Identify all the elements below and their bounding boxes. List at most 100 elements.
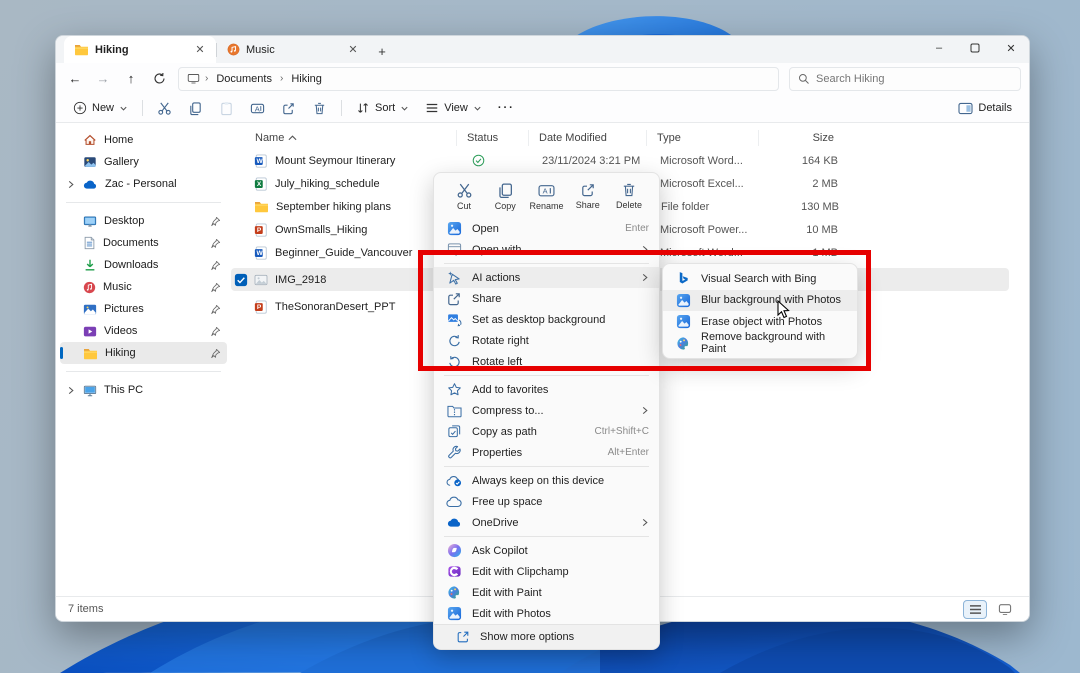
file-size: 1 MB (762, 247, 850, 259)
submenu-item-visual-search-with-bing[interactable]: Visual Search with Bing (663, 268, 857, 290)
sidebar-item-hiking[interactable]: Hiking (60, 342, 227, 364)
ppt-icon: P (254, 300, 268, 314)
sidebar-item-desktop[interactable]: Desktop (60, 210, 227, 232)
sidebar-item-videos[interactable]: Videos (60, 320, 227, 342)
paste-button[interactable] (212, 96, 241, 120)
menu-item-edit-with-clipchamp[interactable]: Edit with Clipchamp (434, 561, 659, 582)
sidebar-item-zac-personal[interactable]: Zac - Personal (60, 173, 227, 195)
thumbnail-view-toggle[interactable] (993, 600, 1017, 619)
command-toolbar: New A Sort View ··· (56, 94, 1029, 123)
quick-action-copy[interactable]: Copy (485, 179, 525, 214)
submenu-item-erase-object-with-photos[interactable]: Erase object with Photos (663, 311, 857, 333)
breadcrumb-documents[interactable]: Documents (213, 72, 275, 86)
menu-item-show-more-options[interactable]: Show more options (434, 624, 659, 649)
menu-item-label: Share (472, 293, 649, 305)
search-box[interactable] (789, 67, 1021, 91)
menu-item-rotate-right[interactable]: Rotate right (434, 330, 659, 351)
up-button[interactable]: ↑ (118, 67, 144, 91)
thispc-icon (83, 384, 97, 397)
search-input[interactable] (816, 73, 1012, 85)
submenu-item-remove-background-with-paint[interactable]: Remove background with Paint (663, 333, 857, 355)
menu-item-open-with[interactable]: Open with (434, 239, 659, 260)
documents-icon (83, 236, 96, 250)
menu-item-set-as-desktop-background[interactable]: Set as desktop background (434, 309, 659, 330)
menu-item-ask-copilot[interactable]: Ask Copilot (434, 540, 659, 561)
submenu-item-blur-background-with-photos[interactable]: Blur background with Photos (663, 290, 857, 312)
menu-separator (444, 375, 649, 376)
file-type: Microsoft Word... (650, 247, 762, 259)
column-header-status[interactable]: Status (456, 130, 528, 146)
word-icon: W (254, 246, 268, 260)
new-tab-button[interactable]: + (369, 39, 395, 63)
menu-item-compress-to-[interactable]: Compress to... (434, 400, 659, 421)
sidebar-item-documents[interactable]: Documents (60, 232, 227, 254)
rotate-left-icon (446, 354, 462, 369)
tab-music[interactable]: Music✕ (217, 36, 369, 63)
menu-item-free-up-space[interactable]: Free up space (434, 491, 659, 512)
refresh-button[interactable] (146, 67, 172, 91)
column-header-name[interactable]: Name (231, 132, 456, 144)
menu-item-rotate-left[interactable]: Rotate left (434, 351, 659, 372)
row-checkbox[interactable] (234, 273, 248, 287)
column-header-date[interactable]: Date Modified (528, 130, 646, 146)
menu-item-edit-with-photos[interactable]: Edit with Photos (434, 603, 659, 624)
menu-item-ai-actions[interactable]: AI actions (434, 267, 659, 288)
quick-action-share[interactable]: Share (568, 179, 608, 214)
menu-item-edit-with-paint[interactable]: Edit with Paint (434, 582, 659, 603)
photos-icon (446, 606, 462, 621)
menu-item-label: Free up space (472, 496, 649, 508)
view-button[interactable]: View (418, 96, 489, 120)
menu-item-copy-as-path[interactable]: Copy as pathCtrl+Shift+C (434, 421, 659, 442)
ai-actions-icon (446, 270, 462, 285)
rename-button[interactable]: A (243, 96, 272, 120)
column-header-size[interactable]: Size (758, 130, 846, 146)
sidebar-item-music[interactable]: Music (60, 276, 227, 298)
tab-close-icon[interactable]: ✕ (345, 42, 361, 58)
address-bar[interactable]: › Documents › Hiking (178, 67, 779, 91)
sidebar-item-home[interactable]: Home (60, 129, 227, 151)
share-button[interactable] (274, 96, 303, 120)
details-pane-button[interactable]: Details (951, 96, 1019, 120)
close-button[interactable]: ✕ (993, 36, 1029, 60)
new-button[interactable]: New (66, 96, 135, 120)
menu-item-open[interactable]: OpenEnter (434, 218, 659, 239)
file-row[interactable]: WMount Seymour Itinerary23/11/2024 3:21 … (231, 149, 1009, 172)
forward-button[interactable]: → (90, 67, 116, 91)
sidebar-item-label: Zac - Personal (105, 178, 177, 190)
svg-text:P: P (257, 304, 262, 311)
photos-icon (675, 314, 691, 329)
sort-button[interactable]: Sort (349, 96, 416, 120)
menu-item-properties[interactable]: PropertiesAlt+Enter (434, 442, 659, 463)
quick-action-label: Delete (616, 200, 642, 210)
file-type: Microsoft Word... (650, 155, 762, 167)
maximize-button[interactable] (957, 36, 993, 60)
details-view-toggle[interactable] (963, 600, 987, 619)
column-label: Name (255, 132, 284, 144)
menu-item-onedrive[interactable]: OneDrive (434, 512, 659, 533)
quick-action-delete[interactable]: Delete (609, 179, 649, 214)
more-options-button[interactable]: ··· (491, 96, 522, 120)
menu-item-always-keep-on-this-device[interactable]: Always keep on this device (434, 470, 659, 491)
quick-action-rename[interactable]: ARename (527, 179, 567, 214)
quick-action-cut[interactable]: Cut (444, 179, 484, 214)
back-button[interactable]: ← (62, 67, 88, 91)
tab-close-icon[interactable]: ✕ (192, 42, 208, 58)
minimize-button[interactable]: – (921, 36, 957, 60)
menu-item-add-to-favorites[interactable]: Add to favorites (434, 379, 659, 400)
expand-chevron-icon[interactable] (66, 180, 76, 189)
column-header-type[interactable]: Type (646, 130, 758, 146)
menu-item-share[interactable]: Share (434, 288, 659, 309)
rotate-right-icon (446, 333, 462, 348)
tab-hiking[interactable]: Hiking✕ (64, 36, 216, 63)
sidebar-item-gallery[interactable]: Gallery (60, 151, 227, 173)
sidebar-item-downloads[interactable]: Downloads (60, 254, 227, 276)
breadcrumb-hiking[interactable]: Hiking (288, 72, 325, 86)
cut-button[interactable] (150, 96, 179, 120)
delete-button[interactable] (305, 96, 334, 120)
sidebar-item-pictures[interactable]: Pictures (60, 298, 227, 320)
submenu-item-label: Visual Search with Bing (701, 273, 847, 285)
copy-button[interactable] (181, 96, 210, 120)
expand-chevron-icon[interactable] (66, 386, 76, 395)
sidebar-item-this-pc[interactable]: This PC (60, 379, 227, 401)
gallery-icon (83, 155, 97, 169)
